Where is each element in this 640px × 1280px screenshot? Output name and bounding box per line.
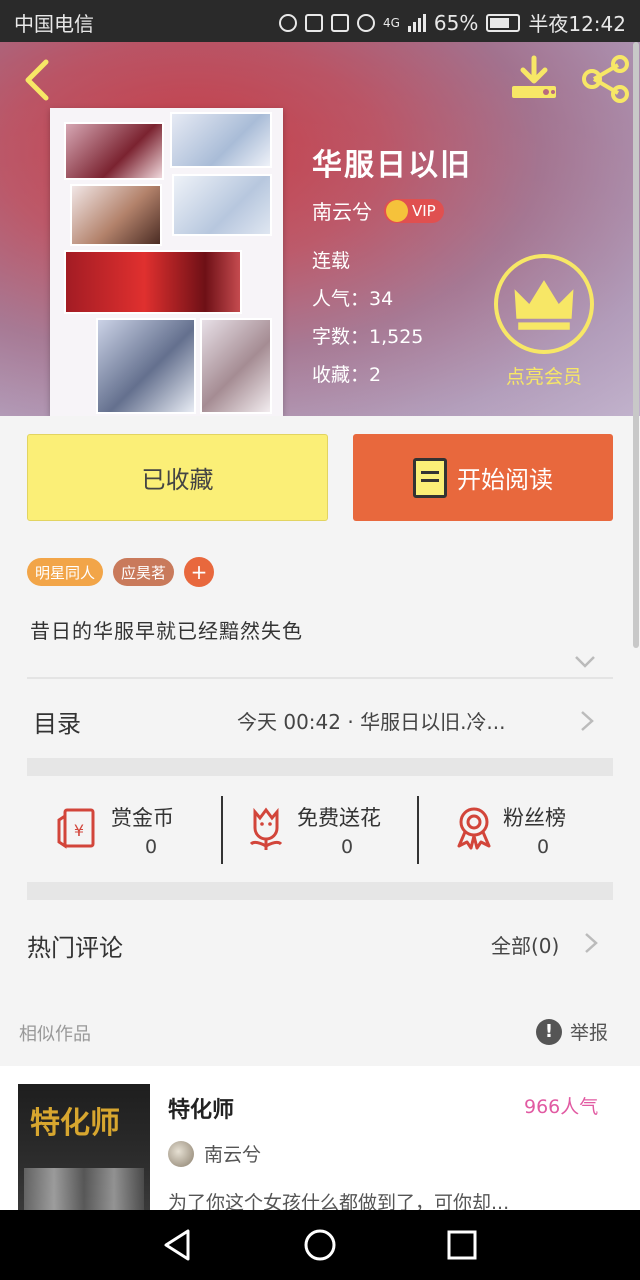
section-separator [27, 758, 613, 776]
chevron-down-icon[interactable] [574, 654, 596, 670]
hot-comments-title: 热门评论 [27, 934, 123, 962]
fan-ranking-label: 粉丝榜 [503, 806, 566, 830]
vip-label: VIP [412, 201, 436, 220]
start-reading-button[interactable]: 开始阅读 [353, 434, 613, 521]
section-separator [27, 882, 613, 900]
hot-comments-header: 热门评论 全部(0) [27, 902, 613, 982]
book-icon [413, 457, 447, 498]
carrier-name: 中国电信 [14, 12, 94, 36]
nav-home-icon[interactable] [300, 1225, 340, 1265]
similar-work-author-row: 南云兮 [168, 1140, 261, 1167]
svg-text:¥: ¥ [74, 821, 84, 840]
cover-photo [64, 250, 242, 314]
nav-back-icon[interactable] [158, 1225, 198, 1265]
collected-button[interactable]: 已收藏 [27, 434, 328, 521]
headset-icon [278, 13, 297, 32]
similar-work-title: 特化师 [168, 1098, 235, 1123]
reward-coins-label: 赏金币 [111, 806, 174, 830]
author-name[interactable]: 南云兮 [312, 196, 372, 225]
tag-list: 明星同人 应昊茗 + [27, 557, 215, 587]
cover-photo [70, 184, 162, 246]
tag-item[interactable]: 应昊茗 [113, 558, 175, 586]
ribbon-medal-icon [457, 807, 491, 850]
start-reading-label: 开始阅读 [457, 466, 553, 494]
author-row: 南云兮 VIP [312, 196, 444, 225]
battery-percent: 65% [433, 10, 479, 35]
download-icon[interactable] [508, 54, 560, 102]
scrollbar[interactable] [633, 42, 639, 648]
word-count: 字数：1,525 [312, 326, 424, 348]
coin-envelope-icon: ¥ [57, 808, 95, 849]
vip-crown-icon [386, 199, 408, 222]
avatar [168, 1140, 194, 1167]
send-flower-count: 0 [341, 836, 354, 858]
tag-item[interactable]: 明星同人 [27, 558, 104, 586]
share-icon[interactable] [580, 54, 632, 104]
reward-bar: ¥ 赏金币 0 免费送花 0 粉丝榜 0 [27, 780, 613, 882]
similar-work-popularity: 966人气 [524, 1096, 599, 1118]
vip-badge: VIP [384, 198, 444, 223]
all-comments-link[interactable]: 全部(0) [491, 930, 559, 959]
battery-icon [486, 13, 521, 32]
vibrate-icon [330, 13, 349, 32]
clock: 半夜12:42 [528, 12, 626, 36]
catalog-row[interactable]: 目录 今天 00:42 · 华服日以旧.冷... [27, 680, 613, 762]
crown-ring [494, 254, 594, 354]
alarm-icon [356, 13, 375, 32]
chevron-right-icon [581, 711, 594, 731]
cover-photo [24, 1168, 144, 1212]
catalog-title: 目录 [33, 710, 81, 738]
crown-icon [514, 280, 574, 330]
popularity-count: 人气：34 [312, 288, 394, 310]
reward-coins-count: 0 [145, 836, 158, 858]
book-header: 华服日以旧 南云兮 VIP 连载 人气：34 字数：1,525 收藏：2 点亮会… [0, 42, 640, 416]
nfc-icon [304, 13, 323, 32]
divider [27, 677, 613, 679]
cover-photo [172, 174, 272, 236]
report-label: 举报 [570, 1022, 609, 1044]
book-cover [50, 108, 283, 416]
similar-works-label: 相似作品 [19, 1024, 91, 1045]
book-title: 华服日以旧 [312, 148, 472, 183]
flower-icon [249, 807, 283, 850]
signal-icon [407, 13, 426, 32]
light-member-label: 点亮会员 [505, 366, 582, 388]
status-bar: 中国电信 4G 65% 半夜12:42 [0, 0, 640, 42]
network-type: 4G [382, 15, 400, 30]
send-flower-button[interactable]: 免费送花 0 [223, 780, 417, 882]
cover-photo [170, 112, 272, 168]
report-button[interactable]: ! 举报 [536, 1018, 608, 1045]
status-icons: 4G 65% 半夜12:42 [278, 8, 626, 37]
cover-title: 特化师 [30, 1106, 120, 1141]
latest-chapter: 今天 00:42 · 华服日以旧.冷... [237, 710, 506, 734]
similar-work-cover: 特化师 [18, 1084, 150, 1212]
fan-ranking-button[interactable]: 粉丝榜 0 [419, 780, 613, 882]
cover-photo [200, 318, 272, 414]
favorite-count: 收藏：2 [312, 364, 382, 386]
light-member-button[interactable]: 点亮会员 [492, 254, 596, 394]
nav-recents-icon[interactable] [442, 1225, 482, 1265]
similar-work-card[interactable]: 特化师 特化师 966人气 南云兮 为了你这个女孩什么都做到了，可你却... [0, 1066, 640, 1214]
cover-photo [64, 122, 164, 180]
back-icon[interactable] [18, 56, 58, 104]
fan-ranking-count: 0 [537, 836, 550, 858]
send-flower-label: 免费送花 [297, 806, 381, 830]
collected-label: 已收藏 [141, 466, 214, 494]
serial-status: 连载 [312, 250, 351, 272]
add-tag-button[interactable]: + [184, 557, 215, 587]
system-navigation-bar [0, 1210, 640, 1280]
warning-icon: ! [536, 1018, 562, 1045]
chevron-right-icon[interactable] [583, 932, 599, 954]
similar-work-author: 南云兮 [204, 1144, 262, 1166]
reward-coins-button[interactable]: ¥ 赏金币 0 [27, 780, 221, 882]
cover-photo [96, 318, 196, 414]
book-intro: 昔日的华服早就已经黯然失色 [30, 619, 303, 643]
